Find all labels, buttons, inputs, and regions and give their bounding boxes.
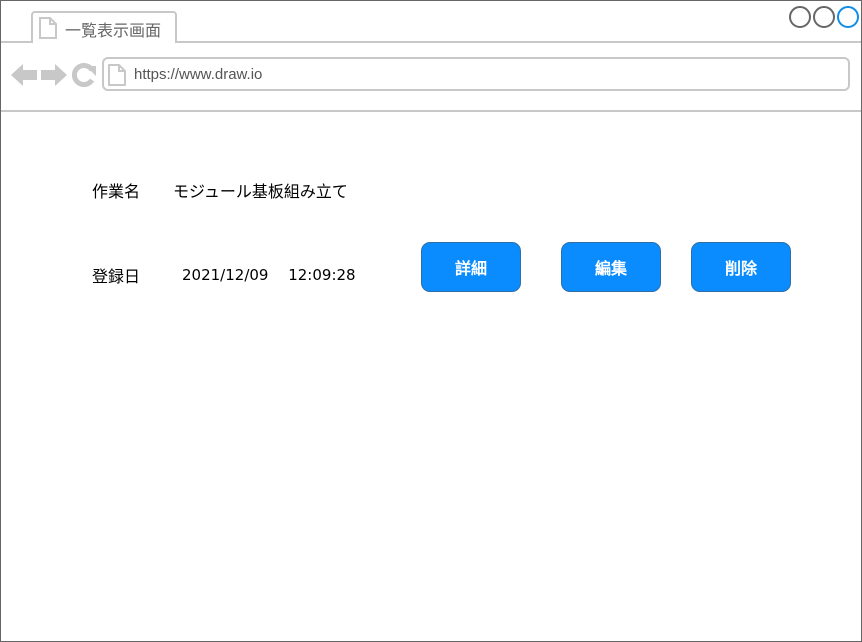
browser-chrome: 一覧表示画面 https://www.draw.io bbox=[1, 1, 861, 112]
arrow-right-icon[interactable] bbox=[41, 62, 67, 92]
task-name-label: 作業名 bbox=[92, 182, 141, 201]
maximize-icon[interactable] bbox=[813, 6, 835, 28]
tab-current[interactable]: 一覧表示画面 bbox=[31, 11, 177, 43]
delete-button[interactable]: 削除 bbox=[691, 242, 791, 292]
edit-button[interactable]: 編集 bbox=[561, 242, 661, 292]
close-icon[interactable] bbox=[837, 6, 859, 28]
minimize-icon[interactable] bbox=[789, 6, 811, 28]
window-controls bbox=[789, 6, 859, 28]
url-text[interactable]: https://www.draw.io bbox=[134, 66, 262, 83]
tab-title: 一覧表示画面 bbox=[65, 21, 162, 40]
page-content: 作業名 モジュール基板組み立て 登録日 2021/12/09 12:09:28 … bbox=[1, 114, 861, 641]
page-icon bbox=[39, 17, 57, 43]
page-icon bbox=[108, 64, 126, 90]
detail-button[interactable]: 詳細 bbox=[421, 242, 521, 292]
registration-date-value: 2021/12/09 12:09:28 bbox=[182, 266, 356, 284]
task-name-value: モジュール基板組み立て bbox=[173, 182, 348, 201]
arrow-left-icon[interactable] bbox=[11, 62, 37, 92]
registration-date-label: 登録日 bbox=[92, 267, 141, 286]
browser-window: 一覧表示画面 https://www.draw.io 作業名 モジュール基板組み… bbox=[0, 0, 862, 642]
reload-icon[interactable] bbox=[71, 63, 96, 91]
address-bar[interactable]: https://www.draw.io bbox=[102, 57, 850, 91]
